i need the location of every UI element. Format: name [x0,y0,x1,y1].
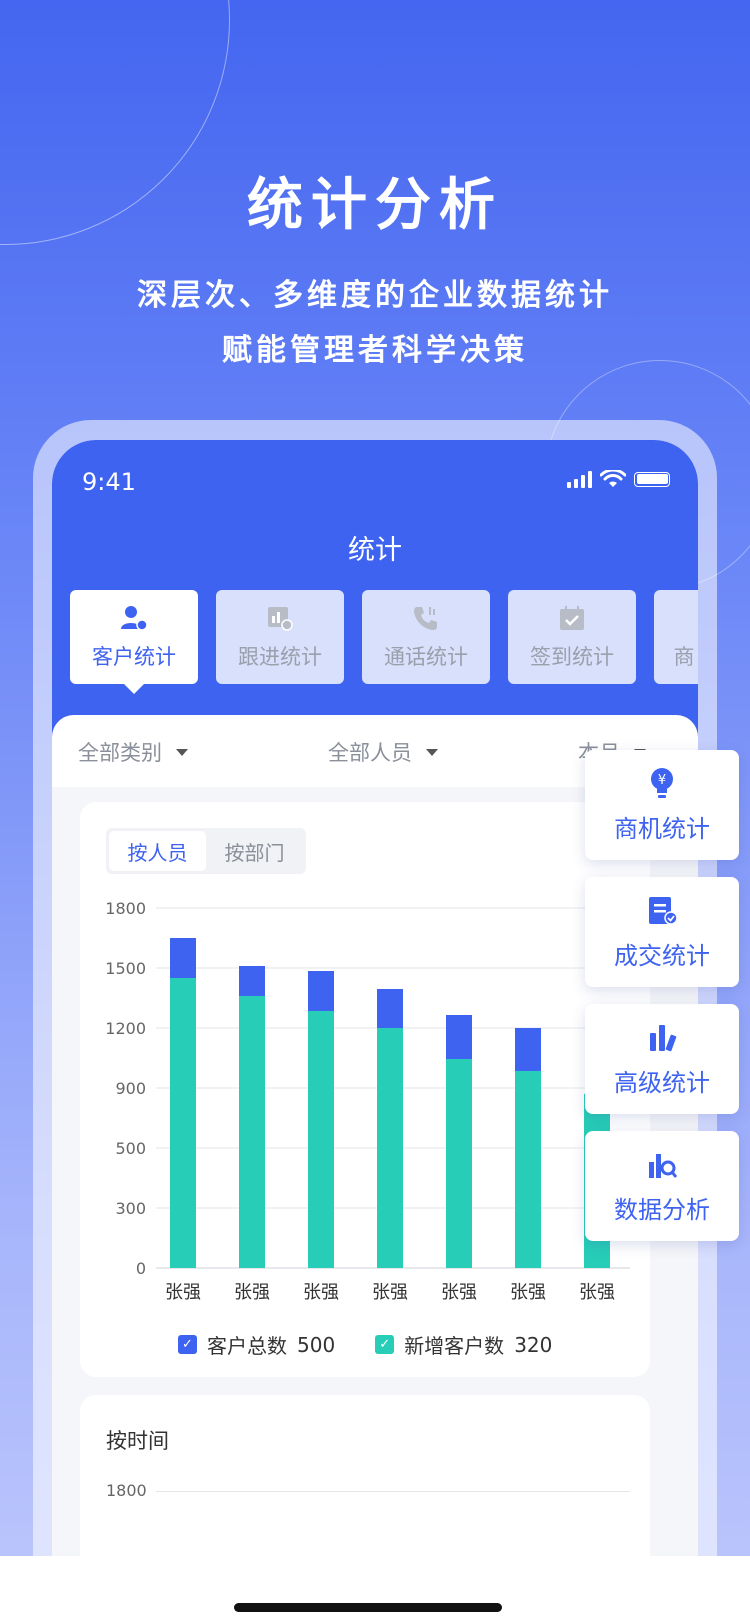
legend-label: 新增客户数 [404,1334,505,1358]
customer-chart-card: 按人员 按部门 0 300 500 900 1200 1500 1800 张强 张强 张强 张强 张强… [80,802,650,1377]
clipboard-icon [649,896,678,925]
lightbulb-icon: ¥ [651,767,673,798]
side-item-deal-stats[interactable]: 成交统计 [585,877,739,987]
gridline [156,1491,630,1492]
side-item-label: 高级统计 [614,1068,710,1097]
tab-label: 客户统计 [92,645,176,669]
y-tick-label: 0 [136,1259,146,1278]
bar-segment[interactable] [377,1028,403,1268]
bar-segment[interactable] [515,1028,541,1071]
tab-followup-stats[interactable]: 跟进统计 [216,590,344,684]
legend-item-new[interactable]: ✓ 新增客户数 320 [375,1330,552,1359]
side-item-opportunity-stats[interactable]: ¥ 商机统计 [585,750,739,860]
time-chart-card: 按时间 1800 [80,1395,650,1556]
x-tick-label: 张强 [441,1282,477,1303]
y-tick-label: 1500 [105,959,146,978]
bar-segment[interactable] [239,996,265,1268]
bar-segment[interactable] [515,1071,541,1268]
x-tick-label: 张强 [165,1282,201,1303]
segment-by-department[interactable]: 按部门 [206,831,303,871]
status-time: 9:41 [82,468,136,496]
bar-segment[interactable] [446,1015,472,1059]
app-header: 9:41 统计 客户统计 跟进统计 通话统计 签到统计 商 [52,440,698,745]
group-by-segment: 按人员 按部门 [106,828,306,874]
tab-call-stats[interactable]: 通话统计 [362,590,490,684]
tab-label: 商 [673,645,695,669]
checkbox-icon: ✓ [375,1335,395,1354]
tab-opportunity-stats-partial[interactable]: 商 [654,590,698,684]
bar-segment[interactable] [446,1059,472,1268]
card-title: 按时间 [106,1429,169,1453]
x-tick-label: 张强 [579,1282,615,1303]
tab-label: 签到统计 [530,645,614,669]
hero-subtitle: 深层次、多维度的企业数据统计 [137,278,613,313]
y-tick-label: 500 [115,1139,146,1158]
bar-segment[interactable] [239,966,265,996]
home-area [0,1556,750,1624]
hero-title: 统计分析 [247,173,503,238]
staff-filter-label: 全部人员 [328,741,412,765]
category-filter[interactable]: 全部类别 [78,737,188,767]
bar-segment[interactable] [377,989,403,1028]
home-indicator[interactable] [234,1603,502,1612]
x-tick-label: 张强 [234,1282,270,1303]
signal-icon [567,470,592,488]
bar-segment[interactable] [170,938,196,978]
side-item-label: 商机统计 [614,814,710,843]
checkbox-icon: ✓ [178,1335,197,1354]
caret-down-icon [176,748,188,756]
followup-icon [265,603,295,633]
svg-text:¥: ¥ [658,773,666,788]
bar-chart-icon [650,1024,677,1051]
side-item-advanced-stats[interactable]: 高级统计 [585,1004,739,1114]
phone-icon [411,603,441,633]
legend-value: 320 [514,1332,553,1357]
bar-segment[interactable] [170,978,196,1268]
floating-side-menu: ¥ 商机统计 成交统计 高级统计 数据分析 [585,750,739,1241]
side-item-label: 成交统计 [614,941,710,970]
caret-down-icon [426,748,438,756]
bar-segment[interactable] [308,971,334,1011]
x-tick-label: 张强 [510,1282,546,1303]
side-item-data-analysis[interactable]: 数据分析 [585,1131,739,1241]
staff-filter[interactable]: 全部人员 [328,737,438,767]
x-tick-label: 张强 [372,1282,408,1303]
screen-title: 统计 [348,535,402,566]
segment-by-person[interactable]: 按人员 [109,831,206,871]
battery-icon [634,471,670,487]
x-tick-label: 张强 [303,1282,339,1303]
legend-value: 500 [297,1332,336,1357]
y-tick-label: 1200 [105,1019,146,1038]
bar-segment[interactable] [308,1011,334,1268]
category-filter-label: 全部类别 [78,741,162,765]
tab-label: 通话统计 [384,645,468,669]
y-tick-label: 1800 [106,1481,147,1500]
legend-item-total[interactable]: ✓ 客户总数 500 [178,1330,335,1359]
tab-label: 跟进统计 [238,645,322,669]
side-item-label: 数据分析 [614,1195,710,1224]
checkin-icon [557,603,587,633]
stat-tabs: 客户统计 跟进统计 通话统计 签到统计 商 [70,590,698,694]
tab-customer-stats[interactable]: 客户统计 [70,590,198,694]
customer-icon [119,603,149,633]
hero-subtitle: 赋能管理者科学决策 [222,333,528,368]
y-tick-label: 900 [115,1079,146,1098]
y-tick-label: 1800 [105,899,146,918]
data-analysis-icon [649,1153,678,1178]
wifi-icon [600,470,626,487]
status-icons [567,470,670,488]
chart-legend: ✓ 客户总数 500 ✓ 新增客户数 320 [178,1330,592,1359]
stacked-bar-chart: 0 300 500 900 1200 1500 1800 张强 张强 张强 张强 张强 张强 张强 [105,899,630,1303]
y-tick-label: 300 [115,1199,146,1218]
tab-checkin-stats[interactable]: 签到统计 [508,590,636,684]
legend-label: 客户总数 [207,1334,287,1358]
